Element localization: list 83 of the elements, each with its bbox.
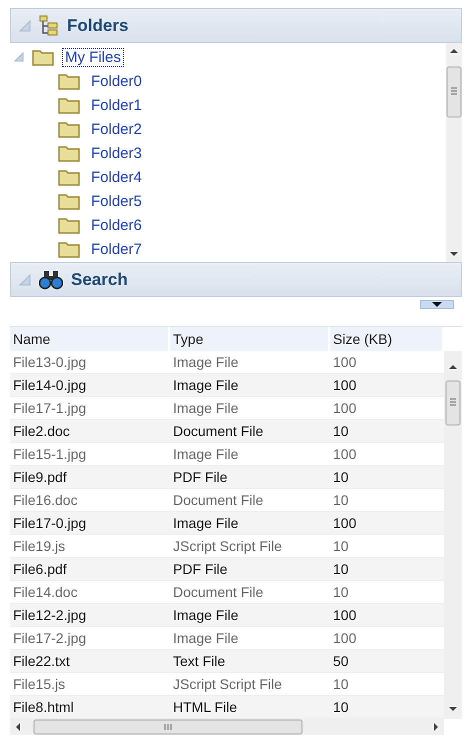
table-cell-text: 100	[332, 353, 358, 372]
table-cell-text: File8.html	[12, 698, 75, 717]
table-cell-text: 10	[332, 583, 350, 602]
table-cell-text: 100	[332, 445, 358, 464]
table-cell-text: Image File	[172, 353, 240, 372]
table-cell-text: 10	[332, 698, 350, 717]
table-cell-text: 100	[332, 399, 358, 418]
tree-item[interactable]: My Files	[62, 48, 124, 66]
table-cell-text: File14-0.jpg	[12, 376, 88, 395]
table-cell-text: File19.js	[12, 537, 66, 556]
vertical-scrollbar[interactable]	[444, 351, 462, 719]
column-header[interactable]: Type	[170, 327, 330, 351]
binoculars-icon	[39, 270, 63, 290]
table-cell-text: 10	[332, 560, 350, 579]
table-cell-text: PDF File	[172, 560, 228, 579]
table-cell-text: File13-0.jpg	[12, 353, 88, 372]
table-cell-text: Text File	[172, 652, 226, 671]
table-cell-text: File22.txt	[12, 652, 71, 671]
table-cell-text: File15.js	[12, 675, 66, 694]
table-cell-text: 100	[332, 629, 358, 648]
table-cell-text: 100	[332, 606, 358, 625]
table-cell-text: 10	[332, 468, 350, 487]
tree-item[interactable]: Folder5	[88, 192, 145, 210]
folder-icon	[58, 120, 80, 138]
column-header[interactable]: Size (KB)	[330, 327, 444, 351]
table-cell-text: File6.pdf	[12, 560, 68, 579]
table-cell-text: 50	[332, 652, 350, 671]
table-cell-text: Image File	[172, 514, 240, 533]
expand-triangle-icon[interactable]	[14, 52, 24, 62]
dropdown-button[interactable]	[420, 300, 454, 309]
table-cell-text: 10	[332, 537, 350, 556]
folder-tree-icon	[39, 14, 59, 36]
tree-item[interactable]: Folder7	[88, 240, 145, 258]
table-cell-text: File17-2.jpg	[12, 629, 88, 648]
table-cell-text: 100	[332, 376, 358, 395]
table-cell-text: File16.doc	[12, 491, 79, 510]
column-header[interactable]: Name	[10, 327, 170, 351]
table-cell-text: Image File	[172, 445, 240, 464]
panel-header[interactable]: Folders	[10, 8, 462, 43]
folder-icon	[58, 192, 80, 210]
horizontal-scrollbar[interactable]	[10, 719, 444, 735]
table-cell-text: File2.doc	[12, 422, 71, 441]
table-cell-text: Image File	[172, 399, 240, 418]
folder-icon	[58, 96, 80, 114]
table-cell-text: JScript Script File	[172, 537, 283, 556]
vertical-scrollbar[interactable]	[446, 43, 462, 262]
table-cell-text: Image File	[172, 629, 240, 648]
table-cell-text: File17-1.jpg	[12, 399, 88, 418]
table-cell-text: File12-2.jpg	[12, 606, 88, 625]
caret-down-icon	[431, 301, 443, 308]
folder-icon	[32, 48, 54, 66]
folder-icon	[58, 216, 80, 234]
table-cell-text: Image File	[172, 606, 240, 625]
collapse-triangle-icon[interactable]	[19, 274, 31, 286]
table-cell-text: 10	[332, 675, 350, 694]
folder-icon	[58, 240, 80, 258]
folder-icon	[58, 72, 80, 90]
table-cell-text: Document File	[172, 583, 264, 602]
table-cell-text: HTML File	[172, 698, 238, 717]
table-cell-text: File17-0.jpg	[12, 514, 88, 533]
table-cell-text: Document File	[172, 422, 264, 441]
table-cell-text: PDF File	[172, 468, 228, 487]
table-cell-text: 10	[332, 422, 350, 441]
tree-item[interactable]: Folder0	[88, 72, 145, 90]
tree-item[interactable]: Folder6	[88, 216, 145, 234]
table-cell-text: Document File	[172, 491, 264, 510]
tree-item[interactable]: Folder2	[88, 120, 145, 138]
folder-icon	[58, 144, 80, 162]
panel-header[interactable]: Search	[10, 262, 462, 297]
panel-title: Search	[71, 270, 128, 290]
panel-title: Folders	[67, 16, 128, 36]
table-cell-text: Image File	[172, 376, 240, 395]
folder-icon	[58, 168, 80, 186]
table-cell-text: 10	[332, 491, 350, 510]
table-cell-text: File15-1.jpg	[12, 445, 88, 464]
table-cell-text: JScript Script File	[172, 675, 283, 694]
collapse-triangle-icon[interactable]	[19, 20, 31, 32]
table-cell-text: File14.doc	[12, 583, 79, 602]
table-cell-text: 100	[332, 514, 358, 533]
tree-item[interactable]: Folder4	[88, 168, 145, 186]
table-cell-text: File9.pdf	[12, 468, 68, 487]
tree-item[interactable]: Folder1	[88, 96, 145, 114]
tree-item[interactable]: Folder3	[88, 144, 145, 162]
